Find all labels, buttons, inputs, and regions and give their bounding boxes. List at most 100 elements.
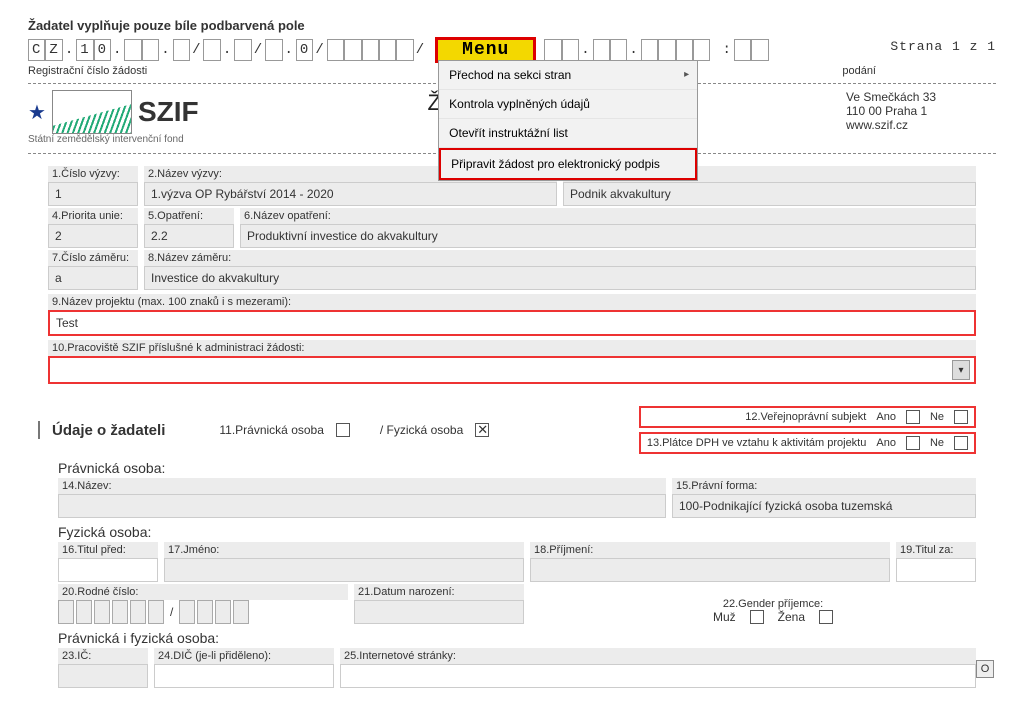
f3-value: Podnik akvakultury [563, 182, 976, 206]
reg-sublabel: Registrační číslo žádosti [28, 65, 147, 77]
f19-input[interactable] [896, 558, 976, 582]
q12-ano[interactable] [906, 410, 920, 424]
org-address: Ve Smečkách 33 110 00 Praha 1 www.szif.c… [846, 90, 996, 132]
szif-logo: ★ SZIF Státní zemědělský intervenční fon… [28, 90, 199, 145]
reg-cell [610, 39, 627, 61]
q12-ne[interactable] [954, 410, 968, 424]
legal-person-section: Právnická osoba: [58, 460, 976, 476]
reg-cell [396, 39, 413, 61]
reg-cell: 0 [94, 39, 111, 61]
reg-cell [265, 39, 282, 61]
gender-male-checkbox[interactable] [750, 610, 764, 624]
gender-male-label: Muž [713, 610, 736, 624]
reg-cell [173, 39, 190, 61]
f7-label: 7.Číslo záměru: [48, 250, 138, 266]
gender-female-label: Žena [778, 610, 805, 624]
podani-label: podání [842, 65, 876, 77]
page-counter: Strana 1 z 1 [890, 39, 996, 54]
f23-label: 23.IČ: [58, 648, 148, 664]
menu-item-instructions[interactable]: Otevřít instruktážní list [439, 119, 697, 148]
f1-value: 1 [48, 182, 138, 206]
f23-input[interactable] [58, 664, 148, 688]
f6-label: 6.Název opatření: [240, 208, 976, 224]
form-hint: Žadatel vyplňuje pouze bíle podbarvená p… [28, 18, 996, 33]
f9-label: 9.Název projektu (max. 100 znaků i s mez… [48, 294, 976, 310]
f17-label: 17.Jméno: [164, 542, 524, 558]
menu-popup: Přechod na sekci stran Kontrola vyplněný… [438, 60, 698, 181]
f21-label: 21.Datum narození: [354, 584, 524, 600]
reg-cell [362, 39, 379, 61]
reg-cell [124, 39, 141, 61]
logo-image [52, 90, 132, 134]
f15-value: 100-Podnikající fyzická osoba tuzemská [672, 494, 976, 518]
reg-cell: 1 [76, 39, 93, 61]
f22-label: 22.Gender příjemce: [570, 598, 976, 610]
f18-input[interactable] [530, 558, 890, 582]
f14-label: 14.Název: [58, 478, 666, 494]
q13-ne[interactable] [954, 436, 968, 450]
gender-female-checkbox[interactable] [819, 610, 833, 624]
f10-label: 10.Pracoviště SZIF příslušné k administr… [48, 340, 976, 356]
both-persons-section: Právnická i fyzická osoba: [58, 630, 976, 646]
legal-person-checkbox[interactable] [336, 423, 350, 437]
legal-person-label: 11.Právnická osoba [219, 423, 324, 437]
f9-input[interactable]: Test [48, 310, 976, 336]
f6-value: Produktivní investice do akvakultury [240, 224, 976, 248]
f19-label: 19.Titul za: [896, 542, 976, 558]
f24-label: 24.DIČ (je-li přiděleno): [154, 648, 334, 664]
f25-label: 25.Internetové stránky: [340, 648, 976, 664]
f8-value: Investice do akvakultury [144, 266, 976, 290]
f20-label: 20.Rodné číslo: [58, 584, 348, 600]
reg-cell [693, 39, 710, 61]
menu-item-sections[interactable]: Přechod na sekci stran [439, 61, 697, 90]
f4-value: 2 [48, 224, 138, 248]
f8-label: 8.Název záměru: [144, 250, 976, 266]
natural-person-section: Fyzická osoba: [58, 524, 976, 540]
reg-cell [142, 39, 159, 61]
q12-box: 12.Veřejnoprávní subjekt Ano Ne [639, 406, 976, 428]
f16-input[interactable] [58, 558, 158, 582]
reg-cell: Z [45, 39, 62, 61]
f16-label: 16.Titul před: [58, 542, 158, 558]
menu-item-prepare-signature[interactable]: Připravit žádost pro elektronický podpis [439, 148, 697, 180]
natural-person-label: / Fyzická osoba [380, 423, 463, 437]
reg-cell [203, 39, 220, 61]
reg-cell [234, 39, 251, 61]
reg-cell [344, 39, 361, 61]
reg-cell [676, 39, 693, 61]
q13-box: 13.Plátce DPH ve vztahu k aktivitám proj… [639, 432, 976, 454]
f14-input[interactable] [58, 494, 666, 518]
logo-text: SZIF [138, 96, 199, 128]
f24-input[interactable] [154, 664, 334, 688]
f15-label: 15.Právní forma: [672, 478, 976, 494]
f10-dropdown[interactable] [48, 356, 976, 384]
reg-cell [641, 39, 658, 61]
applicant-section-title: Údaje o žadateli [52, 422, 165, 439]
collapse-button[interactable]: O [976, 660, 994, 678]
reg-cell [562, 39, 579, 61]
reg-cell [734, 39, 751, 61]
f21-input[interactable] [354, 600, 524, 624]
f7-value: a [48, 266, 138, 290]
f25-input[interactable] [340, 664, 976, 688]
reg-cell [658, 39, 675, 61]
f18-label: 18.Příjmení: [530, 542, 890, 558]
f2-value: 1.výzva OP Rybářství 2014 - 2020 [144, 182, 557, 206]
reg-cell: 0 [296, 39, 313, 61]
menu-label: Menu [462, 40, 509, 60]
f17-input[interactable] [164, 558, 524, 582]
reg-cell [593, 39, 610, 61]
menu-item-validate[interactable]: Kontrola vyplněných údajů [439, 90, 697, 119]
f5-value: 2.2 [144, 224, 234, 248]
registration-number-row: C Z . 1 0 . . / . / . 0 / / Menu Přechod… [28, 37, 996, 63]
reg-cell [379, 39, 396, 61]
natural-person-checkbox[interactable] [475, 423, 489, 437]
reg-cell [544, 39, 561, 61]
reg-cell [327, 39, 344, 61]
f5-label: 5.Opatření: [144, 208, 234, 224]
reg-cell [751, 39, 768, 61]
q13-ano[interactable] [906, 436, 920, 450]
f4-label: 4.Priorita unie: [48, 208, 138, 224]
menu-button[interactable]: Menu Přechod na sekci stran Kontrola vyp… [435, 37, 536, 63]
f1-label: 1.Číslo výzvy: [48, 166, 138, 182]
